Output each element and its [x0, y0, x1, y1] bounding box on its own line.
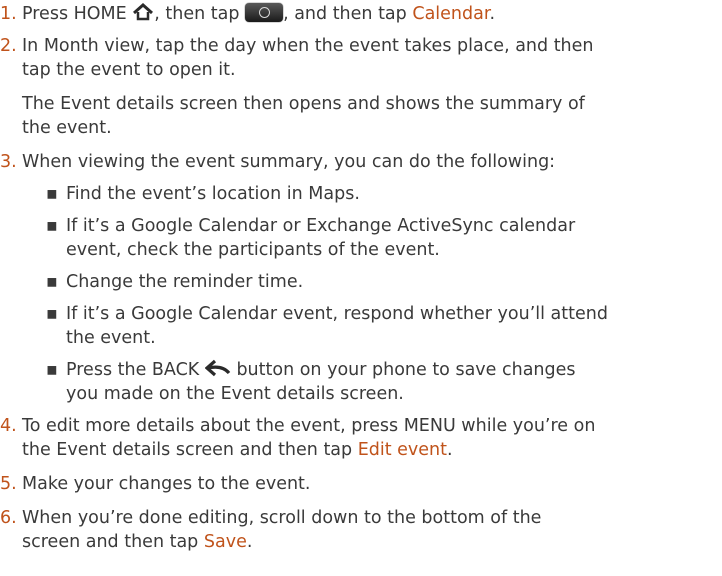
- step-text-line: When you’re done editing, scroll down to…: [22, 508, 542, 528]
- save-link: Save: [203, 532, 247, 552]
- edit-event-link: Edit event: [357, 440, 448, 460]
- bullet-text: Press the BACK button on your phone to s…: [66, 358, 722, 382]
- bullet-text-part: Press the BACK: [66, 360, 200, 380]
- paragraph-line: the event.: [22, 118, 112, 138]
- step-text-line: screen and then tap Save.: [22, 530, 722, 554]
- step-text: Make your changes to the event.: [22, 474, 311, 494]
- step-number: 6.: [0, 508, 17, 528]
- instruction-page: 1. Press HOME , then tap , and then tap …: [0, 0, 722, 576]
- period: .: [447, 440, 453, 460]
- bullet-marker: ▪: [46, 360, 58, 380]
- step-text-part: , and then tap: [283, 4, 407, 24]
- step-text-line: tap the event to open it.: [22, 60, 236, 80]
- home-icon: [133, 3, 154, 21]
- step-text: When viewing the event summary, you can …: [22, 152, 556, 172]
- bullet-text: Find the event’s location in Maps.: [66, 184, 360, 204]
- step-text-part: the Event details screen and then tap: [22, 440, 353, 460]
- calendar-link: Calendar: [412, 4, 490, 24]
- step-text-part: Press HOME: [22, 4, 127, 24]
- step-text-part: , then tap: [154, 4, 240, 24]
- step-text-line: In Month view, tap the day when the even…: [22, 36, 594, 56]
- step-number: 2.: [0, 36, 17, 56]
- step-number: 4.: [0, 416, 17, 436]
- bullet-text: Change the reminder time.: [66, 272, 304, 292]
- bullet-text: If it’s a Google Calendar or Exchange Ac…: [66, 216, 576, 236]
- bullet-marker: ▪: [46, 216, 58, 236]
- app-launcher-icon: [245, 3, 284, 22]
- step-text: Press HOME , then tap , and then tap Cal…: [22, 2, 722, 26]
- back-arrow-icon: [204, 359, 231, 377]
- step-number: 3.: [0, 152, 17, 172]
- bullet-text: the event.: [66, 328, 156, 348]
- period: .: [246, 532, 253, 552]
- step-number: 1.: [0, 4, 17, 24]
- bullet-text: event, check the participants of the eve…: [66, 240, 440, 260]
- step-text-line: the Event details screen and then tap Ed…: [22, 438, 722, 462]
- bullet-text: you made on the Event details screen.: [66, 384, 404, 404]
- step-text-line: To edit more details about the event, pr…: [22, 416, 596, 436]
- bullet-marker: ▪: [46, 184, 58, 204]
- step-number: 5.: [0, 474, 17, 494]
- bullet-text: If it’s a Google Calendar event, respond…: [66, 304, 608, 324]
- paragraph-line: The Event details screen then opens and …: [22, 94, 585, 114]
- bullet-text-part: button on your phone to save changes: [236, 360, 576, 380]
- bullet-marker: ▪: [46, 272, 58, 292]
- step-text-part: screen and then tap: [22, 532, 199, 552]
- bullet-marker: ▪: [46, 304, 58, 324]
- period: .: [489, 4, 496, 24]
